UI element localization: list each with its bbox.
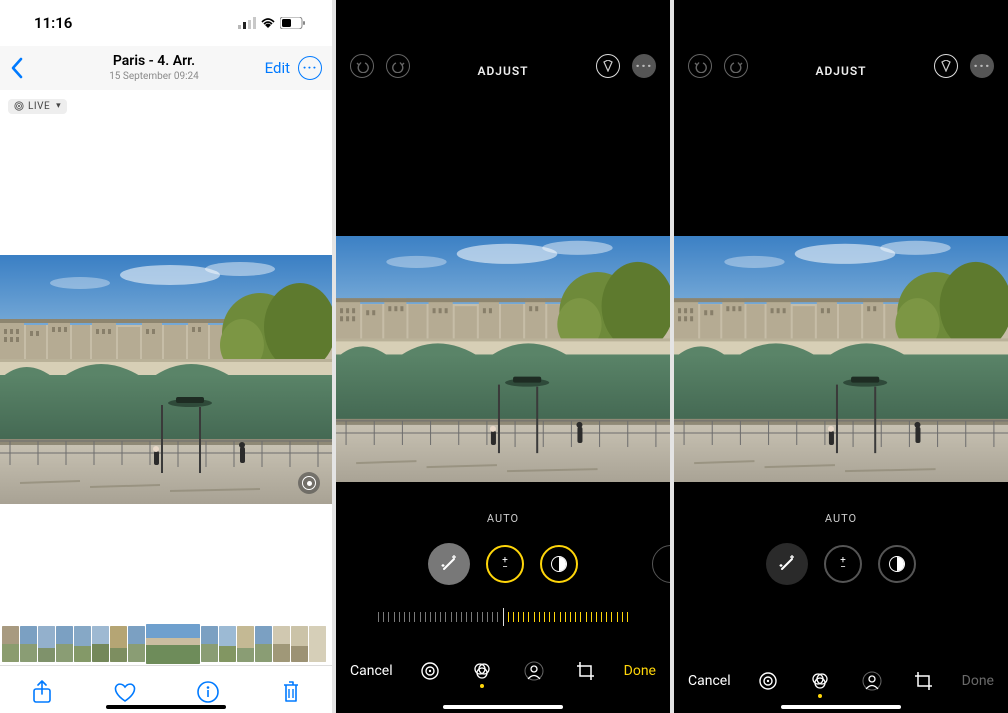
undo-icon — [356, 60, 369, 73]
chevron-down-icon: ▾ — [56, 101, 61, 111]
exposure-button[interactable]: +− — [824, 545, 862, 583]
markup-icon — [940, 60, 952, 72]
edit-button[interactable]: Edit — [265, 59, 290, 77]
active-tab-indicator — [480, 684, 484, 688]
photo-viewport[interactable] — [0, 255, 332, 504]
status-bar: 11:16 — [0, 0, 332, 46]
active-tab-indicator — [818, 694, 822, 698]
edit-screen-active: ADJUST AUTO +− — [336, 0, 670, 713]
edit-screen-inactive: ADJUST AUTO +− Cancel — [674, 0, 1008, 713]
adjust-slider[interactable] — [692, 613, 990, 641]
thumbnail-selected[interactable] — [146, 624, 200, 664]
undo-button[interactable] — [350, 54, 374, 78]
wand-icon — [777, 554, 797, 574]
tab-portrait[interactable] — [861, 670, 883, 692]
back-button[interactable] — [10, 57, 50, 79]
edit-bottom-bar: Cancel Done — [336, 645, 670, 697]
portrait-tab-icon — [524, 661, 544, 681]
more-button[interactable] — [298, 56, 322, 80]
portrait-tab-icon — [862, 671, 882, 691]
redo-button[interactable] — [724, 54, 748, 78]
undo-button[interactable] — [688, 54, 712, 78]
auto-adjust-button[interactable] — [428, 543, 470, 585]
edit-mode-title: ADJUST — [477, 64, 528, 78]
adjust-slider[interactable] — [354, 603, 652, 631]
adjust-name-label: AUTO — [674, 512, 1008, 525]
tab-adjust[interactable] — [419, 660, 441, 682]
tab-filters[interactable] — [809, 670, 831, 692]
delete-button[interactable] — [278, 679, 304, 705]
undo-icon — [694, 60, 707, 73]
adjust-controls: +− — [674, 543, 1008, 585]
highlights-button-partial[interactable] — [652, 545, 670, 583]
info-button[interactable] — [195, 679, 221, 705]
filters-tab-icon — [472, 661, 492, 681]
edit-bottom-bar: Cancel Done — [674, 655, 1008, 707]
nav-bar: Paris - 4. Arr. 15 September 09:24 Edit — [0, 46, 332, 90]
status-icons — [238, 17, 306, 29]
wand-icon — [439, 554, 459, 574]
done-button-disabled: Done — [962, 673, 994, 689]
edit-photo-viewport[interactable] — [336, 236, 670, 482]
heart-icon — [113, 681, 137, 703]
thumbnail-strip[interactable] — [0, 623, 332, 665]
more-options-button[interactable] — [632, 54, 656, 78]
share-button[interactable] — [29, 679, 55, 705]
live-icon — [14, 101, 24, 111]
tab-adjust[interactable] — [757, 670, 779, 692]
tab-portrait[interactable] — [523, 660, 545, 682]
markup-button[interactable] — [934, 54, 958, 78]
trash-icon — [281, 680, 301, 704]
adjust-name-label: AUTO — [336, 512, 670, 525]
redo-button[interactable] — [386, 54, 410, 78]
favorite-button[interactable] — [112, 679, 138, 705]
chevron-left-icon — [10, 57, 24, 79]
redo-icon — [730, 60, 743, 73]
adjust-tab-icon — [420, 661, 440, 681]
more-options-button[interactable] — [970, 54, 994, 78]
info-icon — [197, 681, 219, 703]
crop-tab-icon — [914, 671, 934, 691]
brilliance-button[interactable] — [878, 545, 916, 583]
tab-crop[interactable] — [575, 660, 597, 682]
exposure-button[interactable]: +− — [486, 545, 524, 583]
edit-topbar: ADJUST — [674, 0, 1008, 90]
brilliance-icon — [889, 556, 905, 572]
adjust-tab-icon — [758, 671, 778, 691]
photos-viewer-screen: 11:16 Paris - 4. Arr. 15 September 09:24… — [0, 0, 332, 713]
cancel-button[interactable]: Cancel — [350, 663, 393, 679]
exposure-icon: +− — [840, 557, 846, 571]
edit-mode-title: ADJUST — [815, 64, 866, 78]
home-indicator — [443, 705, 563, 709]
brilliance-button[interactable] — [540, 545, 578, 583]
wifi-icon — [260, 17, 276, 29]
status-time: 11:16 — [34, 14, 72, 32]
auto-adjust-button[interactable] — [766, 543, 808, 585]
live-indicator-overlay — [298, 472, 320, 494]
adjust-controls: +− — [336, 543, 670, 585]
tab-filters[interactable] — [471, 660, 493, 682]
live-badge-label: LIVE — [28, 101, 50, 112]
date-subtitle: 15 September 09:24 — [50, 71, 258, 82]
location-title: Paris - 4. Arr. — [50, 54, 258, 69]
filters-tab-icon — [810, 671, 830, 691]
battery-icon — [280, 17, 306, 29]
cellular-icon — [238, 17, 256, 29]
share-icon — [32, 680, 52, 704]
cancel-button[interactable]: Cancel — [688, 673, 731, 689]
nav-title-block: Paris - 4. Arr. 15 September 09:24 — [50, 54, 258, 81]
markup-button[interactable] — [596, 54, 620, 78]
home-indicator — [781, 705, 901, 709]
live-badge[interactable]: LIVE ▾ — [8, 99, 67, 114]
brilliance-icon — [551, 556, 567, 572]
done-button[interactable]: Done — [624, 663, 656, 679]
redo-icon — [392, 60, 405, 73]
home-indicator — [106, 705, 226, 709]
edit-topbar: ADJUST — [336, 0, 670, 90]
exposure-icon: +− — [502, 557, 508, 571]
edit-photo-viewport[interactable] — [674, 236, 1008, 482]
markup-icon — [602, 60, 614, 72]
tab-crop[interactable] — [913, 670, 935, 692]
crop-tab-icon — [576, 661, 596, 681]
